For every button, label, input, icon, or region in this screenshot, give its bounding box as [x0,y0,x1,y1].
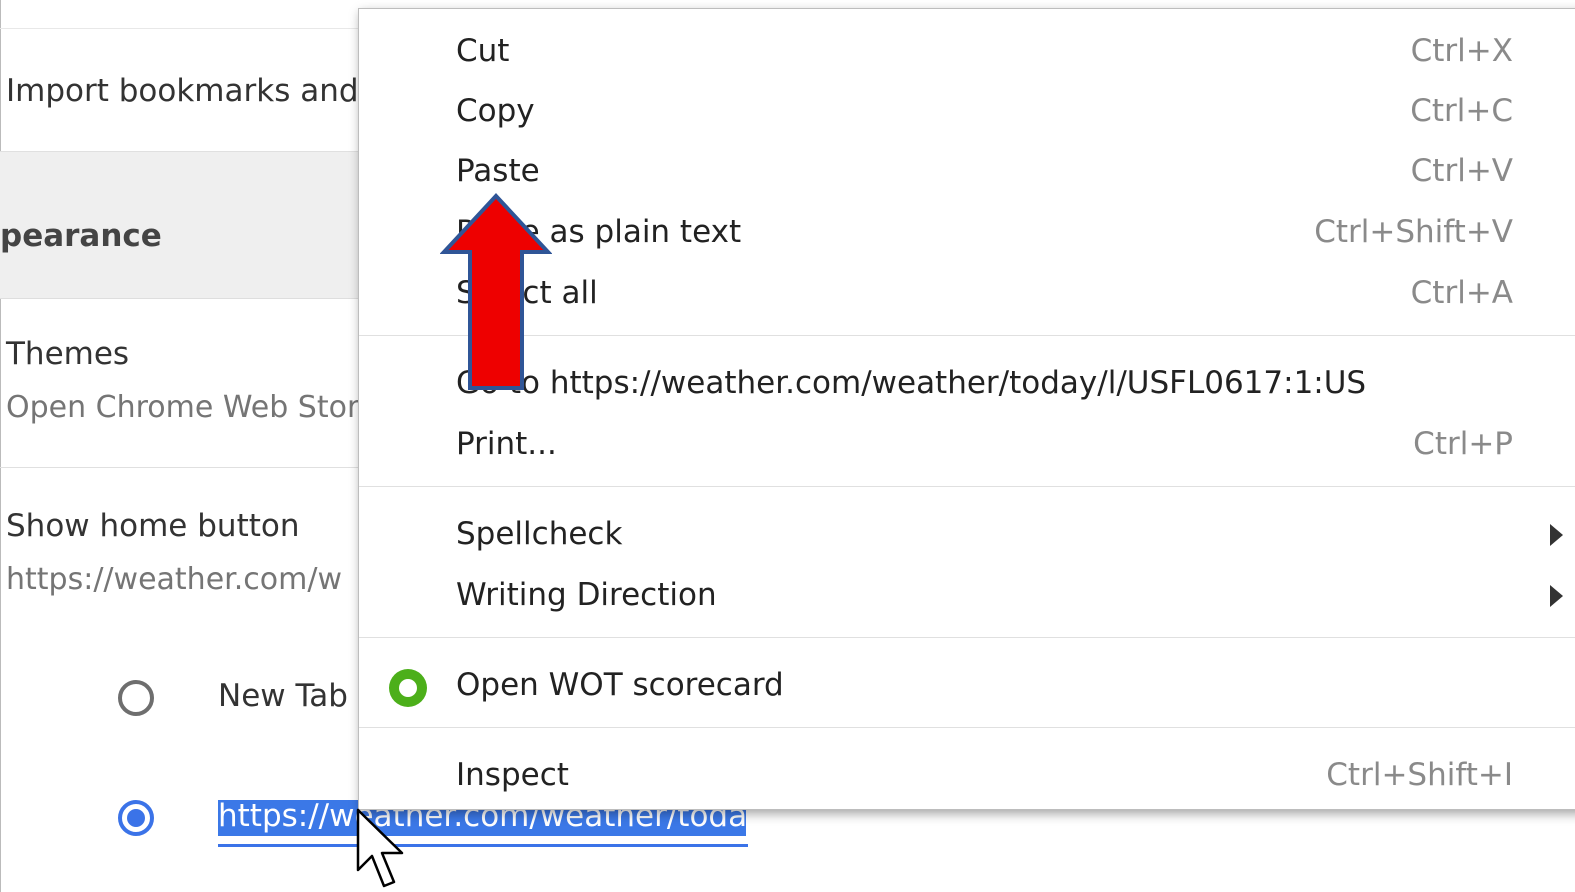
submenu-arrow-icon [1550,585,1563,607]
menu-item-copy[interactable]: Copy Ctrl+C [359,83,1575,141]
menu-item-label: Copy [456,93,535,129]
menu-item-spellcheck[interactable]: Spellcheck [359,506,1575,564]
import-bookmarks-label: Import bookmarks and [6,73,359,109]
home-url-subtitle: https://weather.com/w [6,562,342,597]
menu-item-label: Paste [456,153,540,189]
menu-item-inspect[interactable]: Inspect Ctrl+Shift+I [359,747,1575,805]
menu-item-shortcut: Ctrl+P [1413,426,1513,462]
menu-item-label: Print... [456,426,557,462]
menu-item-label: Inspect [456,757,569,793]
wot-icon [389,669,427,707]
menu-item-writing-direction[interactable]: Writing Direction [359,567,1575,625]
menu-item-print[interactable]: Print... Ctrl+P [359,416,1575,474]
submenu-arrow-icon [1550,524,1563,546]
menu-item-shortcut: Ctrl+A [1410,275,1513,311]
menu-item-label: Spellcheck [456,516,623,552]
menu-item-label: Open WOT scorecard [456,667,784,703]
menu-separator [359,727,1575,728]
appearance-section-header: pearance [0,152,360,299]
import-bookmarks-row[interactable]: Import bookmarks and [0,28,360,152]
themes-subtitle: Open Chrome Web Stor [6,390,360,425]
menu-item-open-wot-scorecard[interactable]: Open WOT scorecard [359,657,1575,715]
context-menu: Cut Ctrl+X Copy Ctrl+C Paste Ctrl+V Past… [358,8,1575,810]
menu-separator [359,486,1575,487]
menu-separator [359,637,1575,638]
menu-item-shortcut: Ctrl+C [1410,93,1513,129]
menu-item-label: Go to https://weather.com/weather/today/… [456,365,1367,401]
show-home-button-title: Show home button [6,508,300,544]
menu-item-cut[interactable]: Cut Ctrl+X [359,23,1575,81]
menu-item-label: Writing Direction [456,577,717,613]
annotation-up-arrow-icon [440,193,552,390]
menu-item-shortcut: Ctrl+Shift+V [1314,214,1513,250]
show-home-button-row[interactable]: Show home button https://weather.com/w [0,468,360,628]
menu-item-shortcut: Ctrl+X [1410,33,1513,69]
appearance-heading: pearance [0,218,162,254]
menu-item-shortcut: Ctrl+Shift+I [1326,757,1513,793]
themes-row[interactable]: Themes Open Chrome Web Stor [0,298,360,468]
new-tab-label: New Tab [218,678,348,714]
mouse-cursor-icon [356,808,404,888]
menu-item-label: Cut [456,33,510,69]
new-tab-radio[interactable] [118,680,154,716]
menu-item-shortcut: Ctrl+V [1410,153,1513,189]
radio-checked-icon [127,809,145,827]
themes-title: Themes [6,336,130,372]
custom-url-radio[interactable] [118,800,154,836]
